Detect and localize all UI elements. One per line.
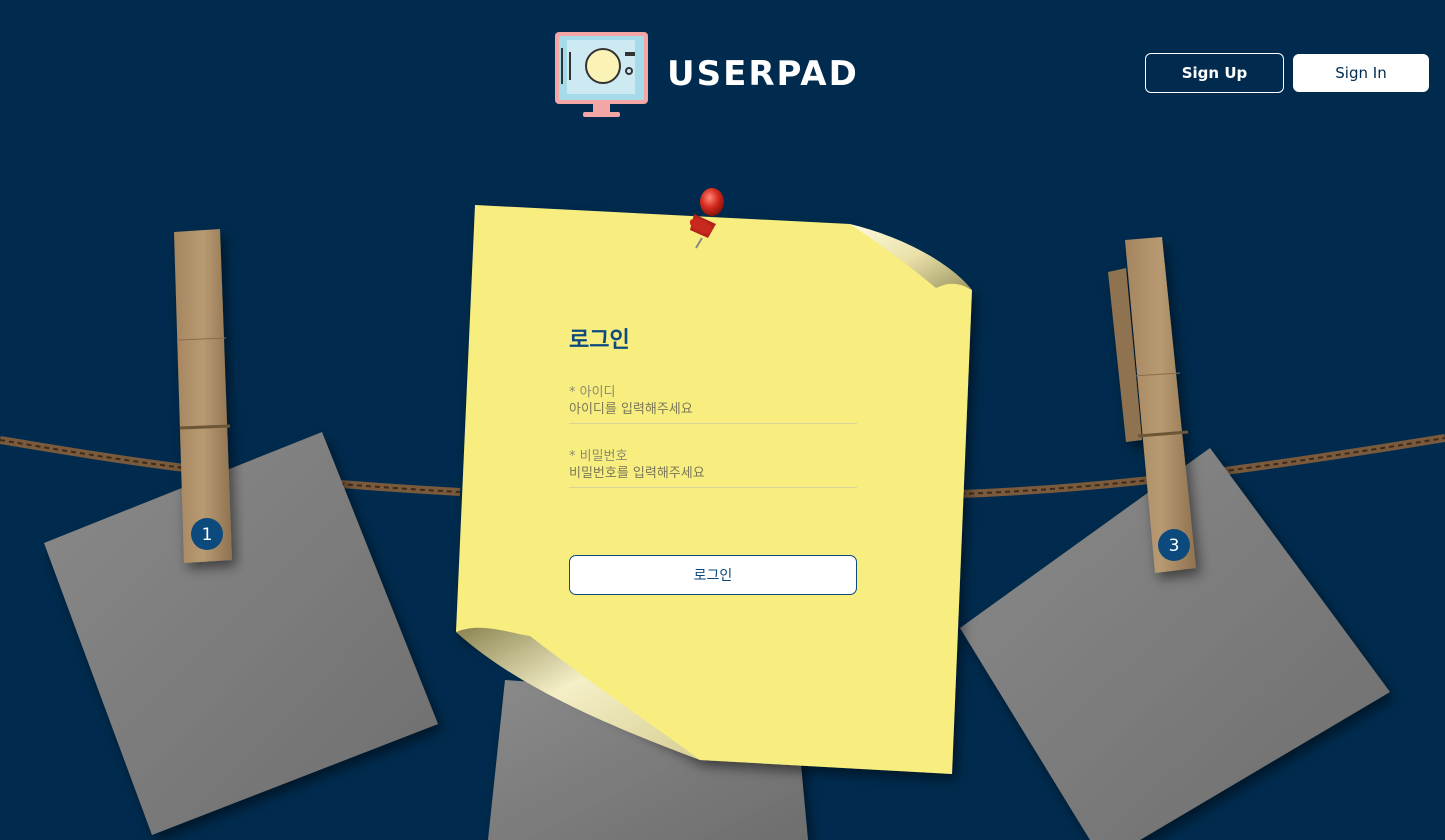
note-badge-3-label: 3 — [1169, 536, 1180, 556]
sign-up-button[interactable]: Sign Up — [1145, 53, 1284, 93]
brand-logo[interactable]: USERPAD — [553, 30, 859, 118]
note-badge-1-label: 1 — [202, 525, 213, 545]
id-label: * 아이디 — [569, 385, 616, 400]
login-form: 로그인 * 아이디 * 비밀번호 로그인 — [569, 320, 857, 595]
login-page: 1 3 USERPAD Sign Up Sign In 로그인 * 아이디 아이… — [0, 0, 1445, 840]
sign-in-button[interactable]: Sign In — [1293, 54, 1429, 92]
note-badge-3: 3 — [1158, 529, 1190, 561]
paper-note-left — [44, 432, 438, 835]
password-input[interactable] — [569, 466, 857, 488]
login-title: 로그인 — [569, 328, 630, 353]
login-submit-button[interactable]: 로그인 — [569, 555, 857, 595]
id-input[interactable] — [569, 402, 857, 424]
brand-name: USERPAD — [667, 54, 859, 94]
monitor-logo-icon — [555, 32, 648, 117]
note-badge-1: 1 — [191, 518, 223, 550]
clothespin-left — [174, 229, 232, 563]
password-label: * 비밀번호 — [569, 449, 628, 464]
